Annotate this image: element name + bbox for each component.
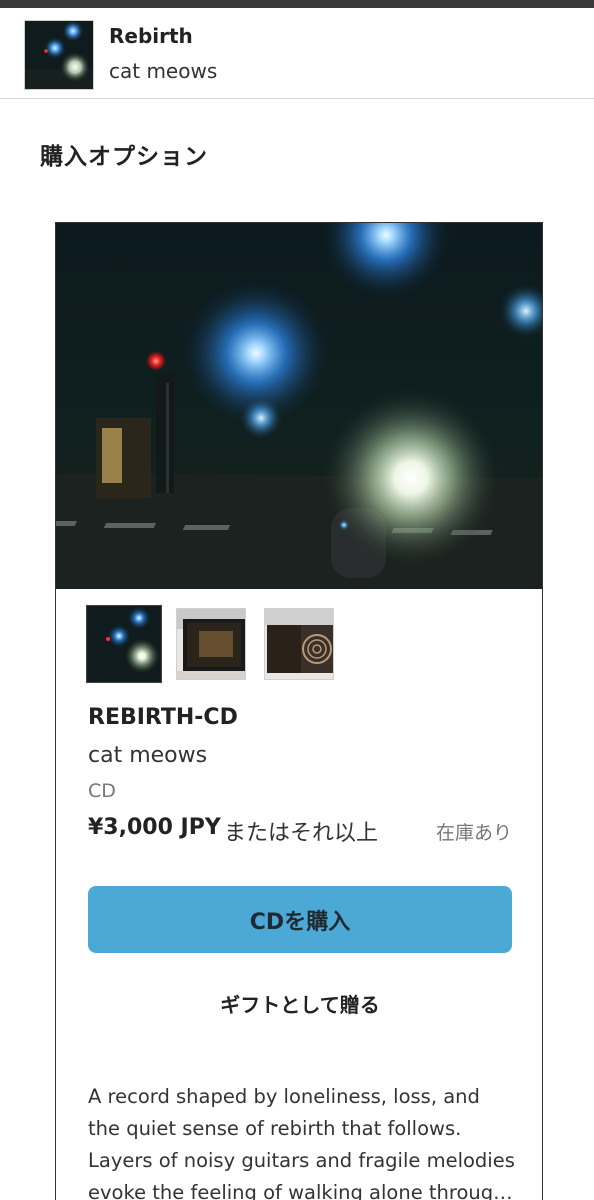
description-line: A record shaped by loneliness, loss, and	[88, 1085, 480, 1108]
thumbnail-cover-image	[87, 606, 161, 682]
send-as-gift-link[interactable]: ギフトとして贈る	[88, 989, 512, 1018]
release-header: Rebirth cat meows	[0, 8, 594, 99]
description-line: Layers of noisy guitars and fragile melo…	[88, 1149, 515, 1172]
description-line: evoke the feeling of walking alone throu…	[88, 1181, 513, 1200]
package-title: REBIRTH-CD	[88, 705, 238, 730]
price-or-more-label: またはそれ以上	[224, 821, 379, 846]
thumbnail-cd-case[interactable]	[176, 608, 246, 680]
price-row: ¥3,000 JPY またはそれ以上 在庫あり	[88, 815, 512, 846]
release-title[interactable]: Rebirth	[109, 24, 193, 48]
browser-top-bar	[0, 0, 594, 8]
thumbnail-cd-disc-image	[265, 609, 333, 679]
package-format: CD	[88, 780, 116, 802]
package-main-image[interactable]	[56, 223, 542, 589]
purchase-options-heading: 購入オプション	[40, 144, 208, 170]
thumbnail-cover[interactable]	[86, 605, 162, 683]
album-cover-thumbnail[interactable]	[24, 20, 94, 90]
purchase-package-card: REBIRTH-CD cat meows CD ¥3,000 JPY またはそれ…	[55, 222, 543, 1200]
night-street-photo	[56, 223, 542, 589]
package-price: ¥3,000 JPY	[88, 815, 221, 840]
description-line: the quiet sense of rebirth that follows.	[88, 1117, 462, 1140]
thumbnail-cd-case-image	[177, 609, 245, 679]
package-artist: cat meows	[88, 743, 208, 768]
buy-cd-button[interactable]: CDを購入	[88, 886, 512, 953]
thumbnail-cd-disc[interactable]	[264, 608, 334, 680]
album-cover-image	[25, 21, 93, 89]
stock-status: 在庫あり	[435, 822, 512, 844]
package-description: A record shaped by loneliness, loss, and…	[88, 1081, 518, 1200]
release-artist[interactable]: cat meows	[109, 59, 217, 83]
